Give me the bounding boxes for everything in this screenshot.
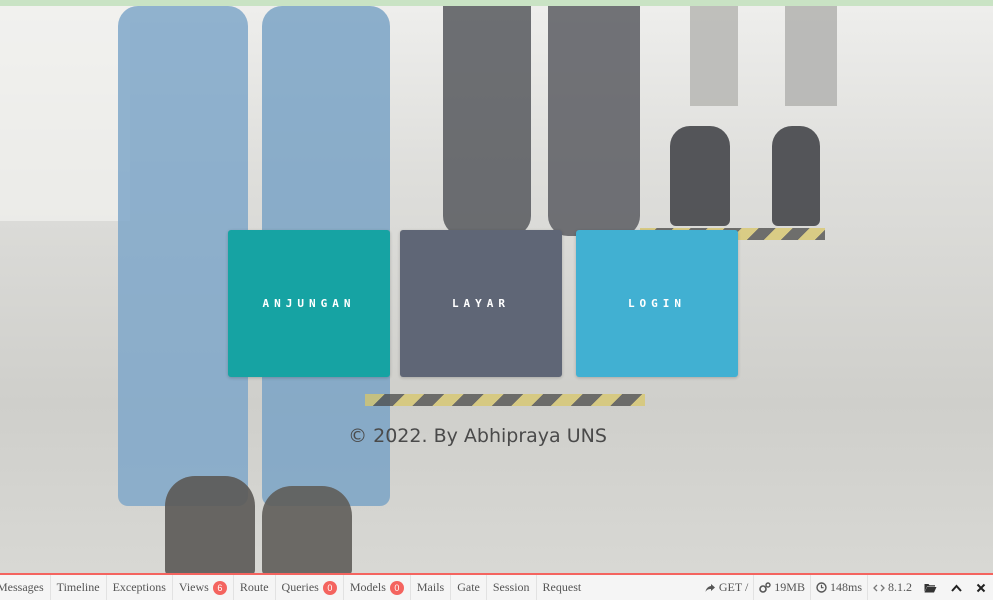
anjungan-button[interactable]: ANJUNGAN <box>228 230 390 377</box>
chevron-up-icon <box>951 584 962 592</box>
bg-dark-pants-right <box>548 6 640 236</box>
tab-mails[interactable]: Mails <box>411 575 452 600</box>
tab-session[interactable]: Session <box>487 575 537 600</box>
tab-route[interactable]: Route <box>234 575 276 600</box>
close-icon <box>976 583 986 592</box>
folder-open-icon <box>924 583 937 592</box>
code-icon <box>873 584 885 591</box>
bg-floor-tape-2 <box>365 394 645 406</box>
tab-queries[interactable]: Queries 0 <box>276 575 344 600</box>
tab-label: Exceptions <box>112 580 166 594</box>
bg-dark-pants-left <box>443 6 531 236</box>
tab-label: Gate <box>457 580 480 594</box>
open-folder-button[interactable] <box>917 575 944 600</box>
tab-label: Models <box>349 580 386 594</box>
tab-label: Messages <box>0 580 44 594</box>
anjungan-label: ANJUNGAN <box>262 297 356 310</box>
duration-text: 148ms <box>829 580 862 594</box>
tab-label: Queries <box>281 580 319 594</box>
close-button[interactable] <box>969 575 993 600</box>
tab-messages[interactable]: Messages <box>0 575 51 600</box>
layar-button[interactable]: LAYAR <box>400 230 562 377</box>
tab-label: Session <box>492 580 530 594</box>
duration-item: 148ms <box>809 575 867 600</box>
views-count-badge: 6 <box>212 580 227 595</box>
layar-label: LAYAR <box>451 297 511 310</box>
request-method-item[interactable]: GET / <box>700 575 753 600</box>
models-count-badge: 0 <box>389 580 404 595</box>
debug-bar: Messages Timeline Exceptions Views 6 Rout… <box>0 573 993 600</box>
login-button[interactable]: LOGIN <box>576 230 738 377</box>
bg-boot-left <box>670 126 730 226</box>
bg-shoe-left <box>165 476 255 573</box>
bg-desk <box>0 6 130 221</box>
tab-timeline[interactable]: Timeline <box>51 575 107 600</box>
clock-icon <box>816 582 827 593</box>
tab-request[interactable]: Request <box>537 575 588 600</box>
bg-boot-right <box>772 126 820 226</box>
copyright-footer: © 2022. By Abhipraya UNS <box>348 425 607 447</box>
cogs-icon <box>759 582 771 593</box>
bg-grey-pants-right <box>785 6 837 106</box>
tab-label: Views <box>178 580 209 594</box>
tab-label: Route <box>239 580 269 594</box>
request-method-text: GET / <box>718 580 749 594</box>
tab-label: Timeline <box>56 580 100 594</box>
php-version-item: 8.1.2 <box>867 575 917 600</box>
tab-views[interactable]: Views 6 <box>173 575 234 600</box>
queries-count-badge: 0 <box>322 580 337 595</box>
maximize-button[interactable] <box>944 575 969 600</box>
php-version-text: 8.1.2 <box>888 580 912 594</box>
bg-grey-pants-left <box>690 6 738 106</box>
tab-label: Mails <box>416 580 445 594</box>
tab-gate[interactable]: Gate <box>451 575 487 600</box>
tab-models[interactable]: Models 0 <box>344 575 411 600</box>
memory-text: 19MB <box>774 580 805 594</box>
debug-bar-right: GET / 19MB 148ms 8.1.2 <box>700 575 993 600</box>
share-arrow-icon <box>705 583 715 592</box>
tab-exceptions[interactable]: Exceptions <box>107 575 173 600</box>
bg-shoe-right <box>262 486 352 573</box>
tab-label: Request <box>542 580 582 594</box>
memory-item: 19MB <box>753 575 810 600</box>
login-label: LOGIN <box>627 297 687 310</box>
